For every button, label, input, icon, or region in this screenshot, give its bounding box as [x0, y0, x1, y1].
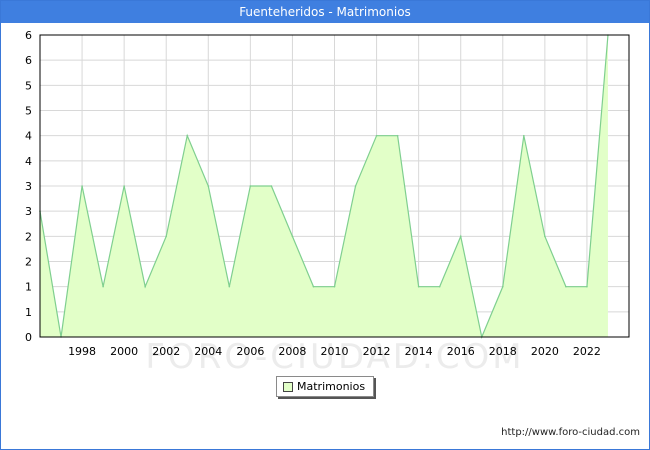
x-tick-label: 1998: [68, 345, 96, 358]
y-tick-label: 0: [25, 331, 32, 344]
y-tick-label: 5: [25, 79, 32, 92]
y-tick-label: 4: [25, 130, 32, 143]
data-point: [438, 285, 441, 288]
y-tick-label: 1: [25, 306, 32, 319]
data-point: [270, 185, 273, 187]
data-point: [81, 185, 83, 187]
x-tick-label: 2016: [447, 345, 475, 358]
data-point: [565, 285, 567, 288]
data-point: [249, 185, 252, 187]
y-tick-label: 3: [25, 180, 32, 193]
source-url: http://www.foro-ciudad.com: [501, 427, 640, 438]
data-point: [228, 285, 231, 288]
plot-group: 0 1 1 2 2 3 3 4 4 5 5 6 6 1998 2000 2002 2004 2006 2008 201…: [25, 29, 630, 358]
data-point: [102, 285, 104, 288]
data-point: [165, 235, 168, 238]
x-tick-label: 2012: [363, 345, 391, 358]
y-tick-label: 6: [25, 29, 32, 42]
data-point: [586, 285, 588, 288]
y-tick-label: 5: [25, 105, 32, 118]
x-tick-label: 2022: [573, 345, 601, 358]
x-tick-label: 2018: [489, 345, 517, 358]
legend-label: Matrimonios: [297, 380, 366, 393]
x-tick-label: 2002: [152, 345, 180, 358]
data-point: [375, 134, 378, 137]
data-point: [459, 235, 462, 238]
x-tick-label: 2020: [531, 345, 559, 358]
data-point: [291, 235, 294, 238]
y-tick-label: 2: [25, 230, 32, 243]
legend-swatch: [283, 382, 293, 392]
data-point: [354, 185, 357, 187]
data-point: [123, 185, 125, 187]
y-tick-label: 2: [25, 256, 32, 269]
data-point: [523, 134, 525, 137]
y-tick-label: 1: [25, 281, 32, 294]
data-point: [501, 285, 504, 288]
legend: Matrimonios: [276, 376, 374, 397]
data-point: [144, 285, 146, 288]
data-point: [333, 285, 336, 288]
data-point: [396, 134, 399, 137]
x-tick-label: 2004: [194, 345, 222, 358]
x-tick-label: 2014: [405, 345, 433, 358]
data-point: [417, 285, 420, 288]
y-tick-label: 4: [25, 155, 32, 168]
data-point: [186, 134, 189, 137]
data-point: [544, 235, 546, 238]
x-tick-label: 2006: [236, 345, 264, 358]
y-tick-label: 6: [25, 54, 32, 67]
x-tick-label: 2000: [110, 345, 138, 358]
x-tick-label: 2010: [321, 345, 349, 358]
x-tick-label: 2008: [278, 345, 306, 358]
data-point: [207, 185, 210, 187]
data-point: [312, 285, 315, 288]
y-tick-label: 3: [25, 205, 32, 218]
